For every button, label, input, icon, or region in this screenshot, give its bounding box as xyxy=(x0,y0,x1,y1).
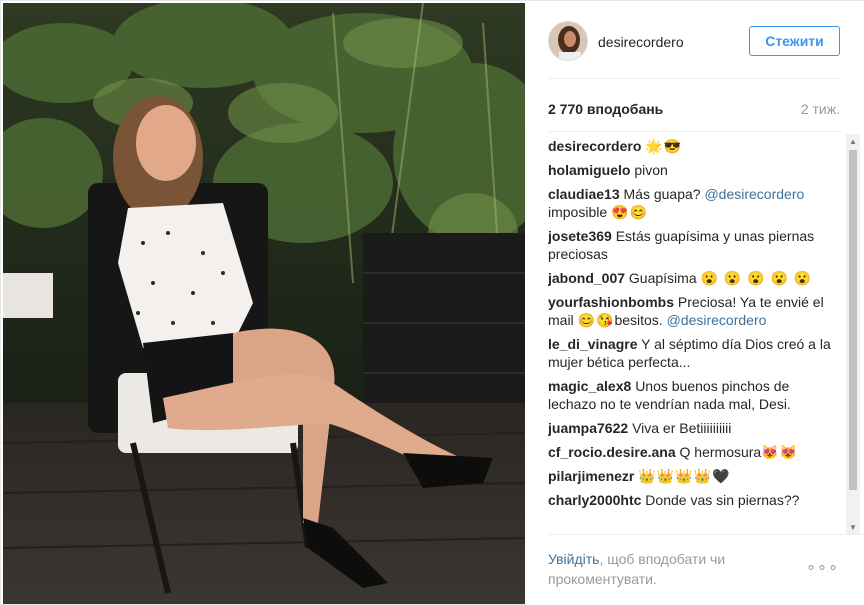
comment-username[interactable]: magic_alex8 xyxy=(548,378,631,394)
comment-item: cf_rocio.desire.ana Q hermosura😻😻 xyxy=(548,443,840,461)
login-link[interactable]: Увійдіть xyxy=(548,551,599,567)
comment-item: magic_alex8 Unos buenos pinchos de lecha… xyxy=(548,377,840,413)
post-stats: 2 770 вподобань 2 тиж. xyxy=(548,80,840,132)
comment-item: pilarjimenezr 👑👑👑👑🖤 xyxy=(548,467,840,485)
login-prompt: Увійдіть, щоб вподобати чи прокоментуват… xyxy=(548,549,778,589)
comment-username[interactable]: desirecordero xyxy=(548,138,641,154)
post-photo[interactable] xyxy=(3,3,525,604)
comment-item: le_di_vinagre Y al séptimo día Dios creó… xyxy=(548,335,840,371)
comment-item: desirecordero 🌟😎 xyxy=(548,137,840,155)
photo-illustration xyxy=(3,3,525,604)
comment-username[interactable]: le_di_vinagre xyxy=(548,336,638,352)
comment-text: besitos. xyxy=(614,312,667,328)
comment-username[interactable]: pilarjimenezr xyxy=(548,468,634,484)
post-sidebar: desirecordero Стежити 2 770 вподобань 2 … xyxy=(526,1,864,605)
avatar[interactable] xyxy=(548,21,588,61)
comment-item: charly2000htc Donde vas sin piernas?? xyxy=(548,491,840,509)
comments-scrollbar[interactable]: ▲ ▼ xyxy=(846,134,860,534)
more-options-icon[interactable]: ∘∘∘ xyxy=(806,557,839,577)
comment-emoji: 😊😘 xyxy=(577,312,615,328)
comment-username[interactable]: josete369 xyxy=(548,228,612,244)
comment-emoji: 😻😻 xyxy=(761,444,799,460)
follow-button[interactable]: Стежити xyxy=(749,26,840,56)
comment-username[interactable]: jabond_007 xyxy=(548,270,625,286)
likes-count[interactable]: 2 770 вподобань xyxy=(548,101,663,117)
comment-username[interactable]: juampa7622 xyxy=(548,420,628,436)
comment-text: Q hermosura xyxy=(679,444,762,460)
comment-text: Más guapa? xyxy=(623,186,705,202)
comments-list: desirecordero 🌟😎 holamiguelo pivon claudia… xyxy=(548,137,840,531)
comment-mention[interactable]: @desirecordero xyxy=(667,312,767,328)
post-header: desirecordero Стежити xyxy=(548,15,840,79)
username-link[interactable]: desirecordero xyxy=(598,34,684,50)
comment-username[interactable]: yourfashionbombs xyxy=(548,294,674,310)
comment-emoji: 🌟😎 xyxy=(645,138,683,154)
post-time[interactable]: 2 тиж. xyxy=(801,101,840,117)
post-frame: desirecordero Стежити 2 770 вподобань 2 … xyxy=(0,0,864,605)
comment-text: Viva er Betiiiiiiiiii xyxy=(632,420,732,436)
scroll-up-arrow-icon[interactable]: ▲ xyxy=(846,134,860,148)
comment-item: holamiguelo pivon xyxy=(548,161,840,179)
comment-item: claudiae13 Más guapa? @desirecordero imp… xyxy=(548,185,840,221)
comment-mention[interactable]: @desirecordero xyxy=(704,186,804,202)
comment-text: imposible xyxy=(548,204,612,220)
comment-item: josete369 Estás guapísima y unas piernas… xyxy=(548,227,840,263)
comment-emoji: 👑👑👑👑🖤 xyxy=(638,468,731,484)
comment-emoji: 😮 😮 😮 😮 😮 xyxy=(700,270,813,286)
comment-username[interactable]: charly2000htc xyxy=(548,492,641,508)
comment-text: Donde vas sin piernas?? xyxy=(645,492,800,508)
scroll-thumb[interactable] xyxy=(849,150,857,490)
comment-username[interactable]: claudiae13 xyxy=(548,186,620,202)
scroll-down-arrow-icon[interactable]: ▼ xyxy=(846,520,860,534)
comment-item: jabond_007 Guapísima 😮 😮 😮 😮 😮 xyxy=(548,269,840,287)
comment-username[interactable]: cf_rocio.desire.ana xyxy=(548,444,676,460)
comment-text: pivon xyxy=(634,162,668,178)
avatar-image xyxy=(549,22,587,60)
comment-item: yourfashionbombs Preciosa! Ya te envié e… xyxy=(548,293,840,329)
post-footer: Увійдіть, щоб вподобати чи прокоментуват… xyxy=(548,534,864,605)
comment-emoji: 😍😊 xyxy=(611,204,648,220)
comment-item: juampa7622 Viva er Betiiiiiiiiii xyxy=(548,419,840,437)
comment-text: Guapísima xyxy=(628,270,701,286)
comment-username[interactable]: holamiguelo xyxy=(548,162,630,178)
